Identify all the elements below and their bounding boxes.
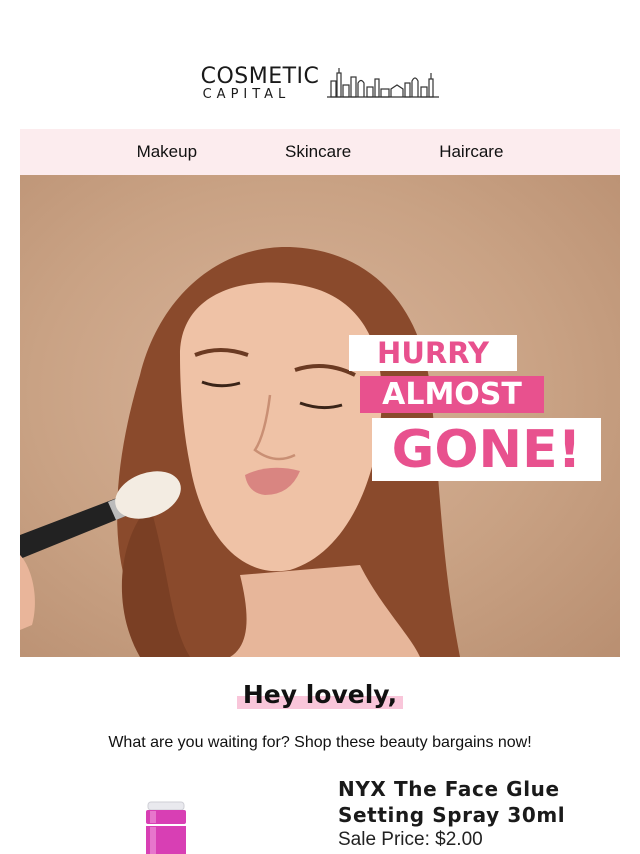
hero-text-hurry: HURRY [349,335,517,371]
hero-text-almost: ALMOST [360,376,544,413]
header-logo-area: COSMETIC CAPITAL [0,60,640,106]
hero-text-gone: GONE! [372,418,601,481]
brand-logo[interactable]: COSMETIC CAPITAL [200,63,440,102]
hero-model-photo [20,246,460,657]
nav-item-haircare[interactable]: Haircare [439,142,503,162]
setting-spray-bottle-icon[interactable] [140,800,192,854]
intro-text: What are you waiting for? Shop these bea… [108,734,532,751]
city-skyline-icon [327,68,440,98]
brand-wordmark: COSMETIC CAPITAL [200,63,320,102]
brand-line1: COSMETIC [200,63,320,89]
nav-item-makeup[interactable]: Makeup [137,142,197,162]
nav-item-skincare[interactable]: Skincare [285,142,351,162]
product-title[interactable]: NYX The Face Glue Setting Spray 30ml [338,776,598,828]
greeting-heading: Hey lovely, [236,680,404,709]
product-price: Sale Price: $2.00 [338,829,483,850]
category-nav: Makeup Skincare Haircare [20,129,620,175]
hero-banner[interactable]: HURRY ALMOST GONE! [20,175,620,657]
brand-line2: CAPITAL [202,86,291,102]
greeting-area: Hey lovely, [0,680,640,709]
